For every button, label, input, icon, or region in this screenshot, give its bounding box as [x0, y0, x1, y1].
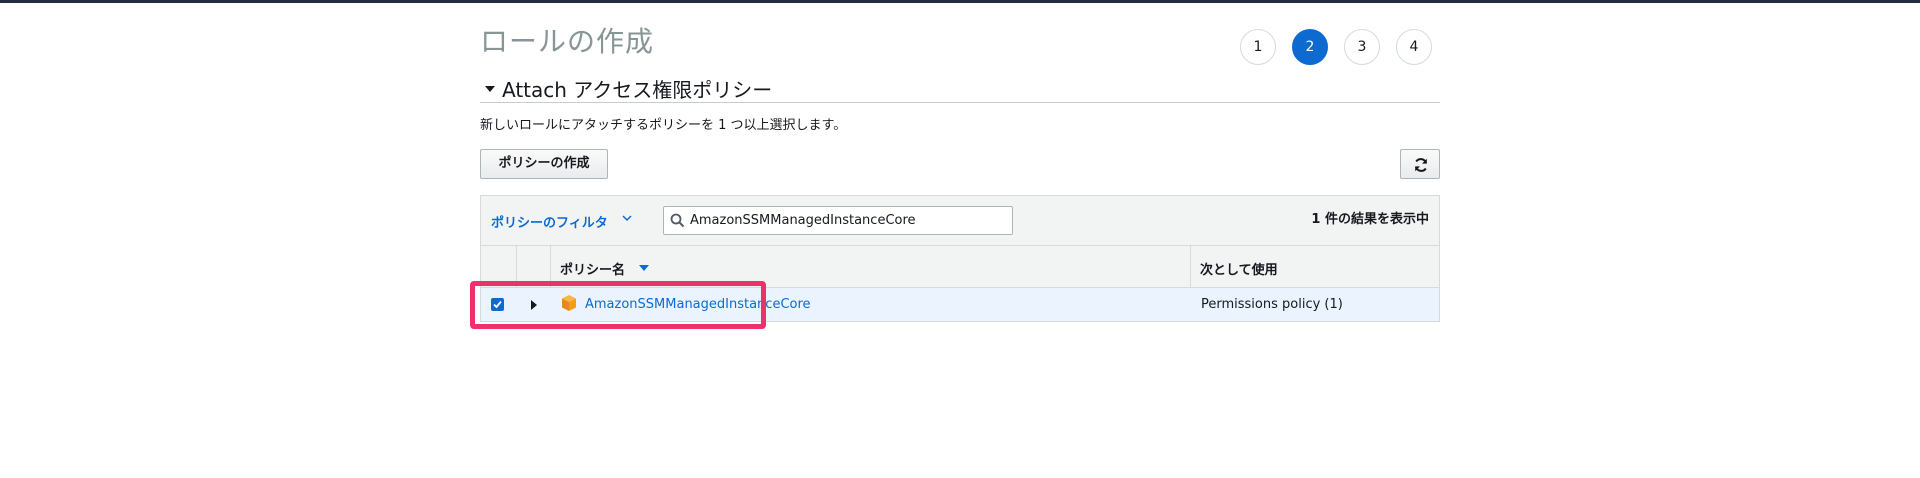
section-header[interactable]: Attach アクセス権限ポリシー	[480, 72, 1440, 103]
row-checkbox[interactable]	[491, 298, 504, 311]
policy-name-link[interactable]: AmazonSSMManagedInstanceCore	[585, 297, 811, 312]
table-header: ポリシー名 次として使用	[480, 246, 1440, 288]
sort-descending-icon[interactable]	[639, 265, 649, 271]
step-1[interactable]: 1	[1240, 29, 1276, 65]
column-divider	[516, 246, 517, 287]
column-header-used-as[interactable]: 次として使用	[1200, 259, 1278, 278]
policy-usage: Permissions policy (1)	[1201, 297, 1343, 312]
chevron-down-icon[interactable]	[622, 214, 632, 222]
column-divider	[550, 246, 551, 287]
search-value: AmazonSSMManagedInstanceCore	[690, 213, 916, 228]
checkmark-icon	[493, 300, 502, 309]
column-divider	[1190, 246, 1191, 287]
expand-row-icon[interactable]	[531, 300, 537, 310]
column-header-policy-name[interactable]: ポリシー名	[560, 259, 625, 278]
table-row[interactable]: AmazonSSMManagedInstanceCore Permissions…	[480, 288, 1440, 322]
step-3[interactable]: 3	[1344, 29, 1380, 65]
policy-filter-dropdown[interactable]: ポリシーのフィルタ	[491, 212, 608, 231]
search-input[interactable]: AmazonSSMManagedInstanceCore	[663, 206, 1013, 235]
step-4[interactable]: 4	[1396, 29, 1432, 65]
page-title: ロールの作成	[480, 25, 655, 58]
result-count: 1 件の結果を表示中	[1311, 212, 1429, 227]
section-description: 新しいロールにアタッチするポリシーを 1 つ以上選択します。	[480, 118, 847, 133]
filter-bar: ポリシーのフィルタ AmazonSSMManagedInstanceCore 1…	[480, 195, 1440, 246]
create-policy-button[interactable]: ポリシーの作成	[480, 149, 608, 179]
step-2[interactable]: 2	[1292, 29, 1328, 65]
collapse-caret-icon[interactable]	[485, 86, 495, 92]
create-role-page: ロールの作成 1 2 3 4 Attach アクセス権限ポリシー 新しいロールに…	[470, 0, 1440, 478]
refresh-button[interactable]	[1400, 149, 1440, 179]
search-icon	[670, 213, 685, 228]
aws-managed-policy-icon	[562, 295, 576, 311]
section-title: Attach アクセス権限ポリシー	[502, 78, 773, 102]
refresh-icon	[1415, 158, 1427, 172]
